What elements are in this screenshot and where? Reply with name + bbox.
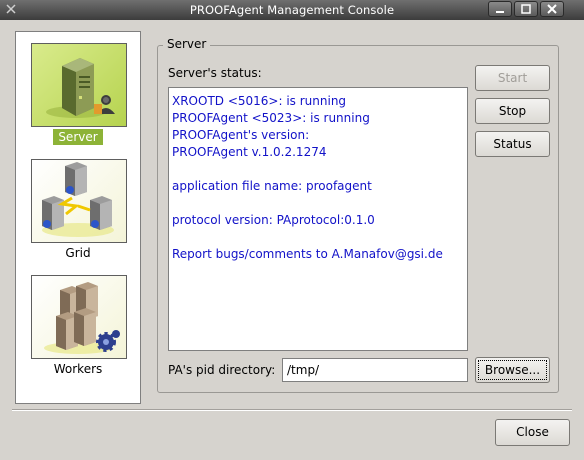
minimize-icon [496,11,504,13]
status-button[interactable]: Status [475,131,550,157]
status-line: XROOTD <5016>: is running [172,94,347,108]
minimize-button[interactable] [488,1,512,17]
title-bar[interactable]: PROOFAgent Management Console [0,0,584,20]
server-status-textbox[interactable]: XROOTD <5016>: is running PROOFAgent <502… [168,87,468,351]
sidebar-item-label-workers: Workers [53,362,103,376]
status-line [172,161,464,178]
footer-separator [12,409,572,411]
sidebar-item-workers[interactable]: Workers [16,264,140,380]
close-icon [547,4,557,14]
browse-button-label: Browse... [484,363,541,377]
status-line: PROOFAgent <5023>: is running [172,111,370,125]
sidebar-nav: Server Grid Workers [15,31,141,404]
sidebar-item-grid[interactable]: Grid [16,148,140,264]
start-button[interactable]: Start [475,65,550,91]
start-button-label: Start [497,71,528,85]
close-button-label: Close [516,425,549,439]
pid-directory-input[interactable] [282,358,468,382]
grid-network-icon [31,159,127,243]
close-button[interactable]: Close [495,419,570,446]
status-line: PROOFAgent's version: [172,128,310,142]
maximize-icon [521,4,531,14]
stop-button-label: Stop [498,104,527,118]
stop-button[interactable]: Stop [475,98,550,124]
maximize-button[interactable] [514,1,538,17]
server-status-label: Server's status: [168,66,262,80]
server-user-icon [31,43,127,127]
workers-gear-icon [31,275,127,359]
status-line: Report bugs/comments to A.Manafov@gsi.de [172,247,443,261]
status-line: PROOFAgent v.1.0.2.1274 [172,145,327,159]
status-button-label: Status [493,137,532,151]
sidebar-item-label-grid: Grid [65,246,91,260]
status-line [172,195,464,212]
close-window-button[interactable] [540,1,564,17]
pid-directory-label: PA's pid directory: [168,363,276,377]
browse-button[interactable]: Browse... [475,357,550,383]
group-title: Server [163,37,211,51]
status-line: application file name: proofagent [172,179,372,193]
sidebar-item-server[interactable]: Server [16,32,140,148]
status-line: protocol version: PAprotocol:0.1.0 [172,213,375,227]
status-line [172,229,464,246]
sidebar-item-label-server: Server [16,129,140,145]
